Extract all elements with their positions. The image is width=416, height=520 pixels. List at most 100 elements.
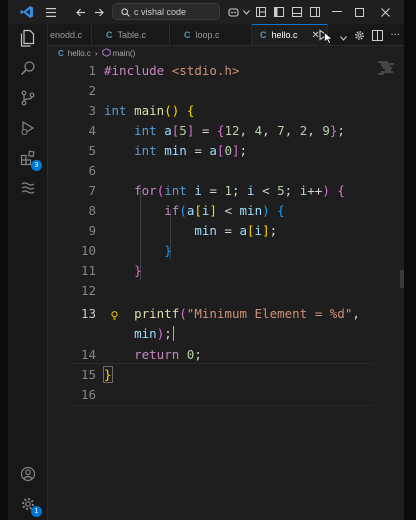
line-number: 3 — [88, 102, 96, 118]
line-content: } — [103, 365, 113, 383]
line-number: 1 — [88, 62, 96, 78]
code-line: 8 if(a[i] < min) { — [48, 200, 404, 220]
chevron-down-icon[interactable] — [340, 26, 348, 45]
token: a — [164, 122, 172, 138]
line-content: for(int i = 1; i < 5; i++) { — [134, 182, 345, 198]
code-line: 9 min = a[i]; — [48, 220, 404, 240]
toggle-panel-icon[interactable] — [290, 5, 304, 19]
token: int — [104, 102, 127, 118]
line-content: return 0; — [134, 346, 202, 362]
token: min — [134, 325, 157, 341]
line-content: printf("Minimum Element = %d", — [134, 305, 360, 321]
line-number: 2 — [88, 82, 96, 98]
breadcrumb-symbol[interactable]: main() — [113, 49, 136, 58]
code-editor[interactable]: 1 #include <stdio.h> 2 3 int main() { 4 … — [48, 60, 404, 520]
code-line: 14 return 0; — [48, 344, 404, 364]
code-line: 16 — [48, 384, 404, 404]
extensions-badge: 3 — [31, 160, 42, 171]
token: int — [134, 122, 157, 138]
code-line: 4 int a[5] = {12, 4, 7, 2, 9}; — [48, 120, 404, 140]
tab-loop[interactable]: C loop.c — [170, 24, 252, 45]
more-actions-icon[interactable]: ··· — [390, 30, 400, 41]
token: return — [134, 346, 180, 362]
line-number: 5 — [88, 142, 96, 158]
tab-enodd[interactable]: enodd.c — [44, 24, 92, 45]
close-window-icon[interactable] — [378, 5, 392, 19]
line-content: } — [164, 242, 172, 258]
search-icon — [121, 2, 130, 21]
tab-label: loop.c — [195, 29, 220, 40]
token: 5 — [179, 122, 187, 138]
token: for — [134, 182, 157, 198]
code-line: 5 int min = a[0]; — [48, 140, 404, 160]
line-content: } — [134, 262, 142, 278]
token: 2 — [299, 122, 308, 138]
title-bar: c vishal code — [8, 0, 404, 24]
token: int — [134, 142, 157, 158]
token: 9 — [322, 122, 330, 138]
code-line: 7 for(int i = 1; i < 5; i++) { — [48, 180, 404, 200]
token: min — [164, 142, 187, 158]
command-center-search[interactable]: c vishal code — [112, 3, 220, 20]
explorer-icon[interactable] — [18, 28, 38, 48]
settings-gear-icon[interactable]: 1 — [18, 494, 42, 517]
code-line: 10 } — [48, 240, 404, 260]
menu-icon[interactable] — [44, 5, 58, 19]
code-line: 12 — [48, 280, 404, 300]
line-number: 7 — [88, 182, 96, 198]
stack-layers-icon[interactable] — [18, 178, 38, 198]
maximize-icon[interactable] — [352, 5, 366, 19]
minimize-icon[interactable] — [330, 5, 344, 19]
token: 0 — [224, 142, 232, 158]
copilot-icon[interactable] — [226, 5, 242, 19]
toggle-sidebar-icon[interactable] — [272, 5, 286, 19]
token: int — [164, 182, 187, 198]
token: #include — [104, 62, 165, 78]
account-icon[interactable] — [18, 464, 38, 484]
line-number: 15 — [80, 366, 96, 382]
token: <stdio.h> — [171, 62, 240, 78]
search-text: c vishal code — [134, 6, 187, 17]
toggle-secondary-sidebar-icon[interactable] — [308, 5, 322, 19]
line-content: if(a[i] < min) { — [164, 202, 285, 218]
tab-label: hello.c — [271, 30, 298, 40]
chevron-down-icon[interactable] — [242, 5, 250, 19]
editor-tabs: enodd.c C Table.c C loop.c C hello.c ✕ ·… — [48, 24, 404, 46]
tab-table[interactable]: C Table.c — [92, 24, 170, 45]
back-arrow-icon[interactable] — [74, 5, 88, 19]
token: 4 — [254, 122, 263, 138]
editor-actions: ··· — [317, 26, 400, 44]
forward-arrow-icon[interactable] — [92, 5, 106, 19]
breadcrumb-separator: › — [94, 48, 98, 58]
token: printf — [134, 305, 180, 321]
split-editor-icon[interactable] — [372, 26, 384, 45]
line-number: 16 — [80, 386, 96, 402]
line-number: 8 — [88, 202, 96, 218]
breadcrumb-file[interactable]: hello.c — [68, 49, 91, 58]
code-line: 1 #include <stdio.h> — [48, 60, 404, 80]
c-file-icon: C — [106, 29, 113, 40]
code-line: 13 printf("Minimum Element = %d", — [48, 303, 404, 323]
run-debug-icon[interactable] — [18, 118, 38, 138]
breadcrumb: C hello.c › main() — [48, 46, 404, 60]
line-content: int a[5] = {12, 4, 7, 2, 9}; — [134, 122, 345, 138]
token: "Minimum Element = %d" — [186, 305, 353, 321]
mouse-cursor-icon — [324, 29, 334, 48]
line-content: int main() { — [104, 102, 195, 118]
source-control-icon[interactable] — [18, 88, 38, 108]
activity-bar: 3 1 — [8, 24, 48, 520]
code-line: 11 } — [48, 260, 404, 280]
gear-icon[interactable] — [354, 26, 365, 45]
tab-label: enodd.c — [50, 29, 83, 40]
token: a — [209, 142, 217, 158]
line-number: 12 — [80, 282, 96, 298]
search-icon[interactable] — [18, 58, 38, 78]
line-number: 10 — [80, 242, 96, 258]
function-symbol-icon — [101, 47, 111, 59]
token: 12 — [224, 122, 240, 138]
extensions-icon[interactable]: 3 — [18, 148, 42, 171]
line-number: 11 — [80, 262, 96, 278]
settings-badge: 1 — [31, 506, 42, 517]
line-number: 4 — [88, 122, 96, 138]
layout-customize-icon[interactable] — [254, 5, 268, 19]
